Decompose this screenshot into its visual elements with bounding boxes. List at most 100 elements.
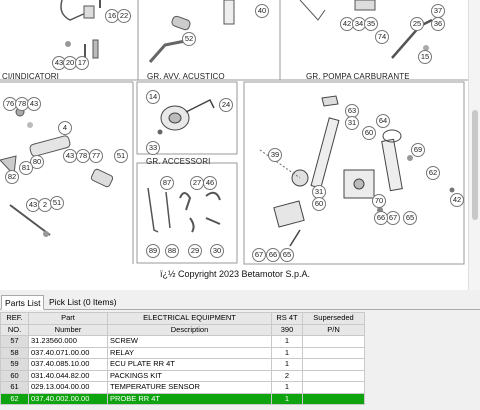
- callout[interactable]: 89: [146, 244, 160, 258]
- callout[interactable]: 52: [182, 32, 196, 46]
- callout[interactable]: 74: [375, 30, 389, 44]
- copyright-notice: ï¿½ Copyright 2023 Betamotor S.p.A.: [159, 269, 311, 279]
- quantity-cell: 2: [271, 369, 303, 382]
- column-header-description[interactable]: Description: [107, 323, 272, 336]
- ref-cell: 62: [0, 392, 29, 405]
- callout[interactable]: 40: [255, 4, 269, 18]
- callout[interactable]: 69: [411, 143, 425, 157]
- quantity-cell: 1: [271, 358, 303, 371]
- tab-strip: Parts List Pick List (0 Items): [0, 294, 480, 310]
- column-header-no[interactable]: NO.: [0, 323, 29, 336]
- callout[interactable]: 62: [426, 166, 440, 180]
- superseded-cell: [302, 335, 365, 348]
- callout[interactable]: 27: [190, 176, 204, 190]
- column-header-model-number[interactable]: 390: [271, 323, 303, 336]
- column-header-pn[interactable]: P/N: [302, 323, 365, 336]
- callout[interactable]: 87: [160, 176, 174, 190]
- tab-parts-list[interactable]: Parts List: [1, 295, 45, 310]
- superseded-cell: [302, 381, 365, 394]
- callout[interactable]: 78: [76, 149, 90, 163]
- part-number-cell: 029.13.004.00.00: [28, 381, 108, 394]
- callout[interactable]: 43: [63, 149, 77, 163]
- callout[interactable]: 51: [114, 149, 128, 163]
- callout[interactable]: 17: [75, 56, 89, 70]
- description-cell: PACKINGS KIT: [107, 369, 272, 382]
- quantity-cell: 1: [271, 335, 303, 348]
- description-cell: RELAY: [107, 346, 272, 359]
- table-row[interactable]: 60 031.40.044.82.00 PACKINGS KIT 2: [0, 369, 365, 382]
- callout[interactable]: 65: [280, 248, 294, 262]
- callout[interactable]: 31: [345, 116, 359, 130]
- column-header-ref[interactable]: REF.: [0, 312, 29, 325]
- superseded-cell: [302, 346, 365, 359]
- callout[interactable]: 67: [386, 211, 400, 225]
- table-header-row: NO. Number Description 390 P/N: [0, 323, 365, 336]
- callout[interactable]: 51: [50, 196, 64, 210]
- quantity-cell: 1: [271, 392, 303, 405]
- section-title-fuel-pump: GR. POMPA CARBURANTE: [306, 72, 410, 81]
- callout[interactable]: 65: [403, 211, 417, 225]
- callout[interactable]: 29: [188, 244, 202, 258]
- callout[interactable]: 82: [5, 170, 19, 184]
- section-title-indicatori: CI/INDICATORI: [2, 72, 60, 81]
- callout[interactable]: 36: [431, 17, 445, 31]
- callout[interactable]: 70: [372, 194, 386, 208]
- diagram-scrollbar[interactable]: [468, 0, 480, 290]
- parts-diagram[interactable]: CI/INDICATORI GR. AVV. ACUSTICO GR. POMP…: [0, 0, 480, 290]
- callout[interactable]: 66: [374, 211, 388, 225]
- callout[interactable]: 25: [410, 17, 424, 31]
- diagram-drawing: [0, 0, 468, 265]
- part-number-cell: 031.40.044.82.00: [28, 369, 108, 382]
- callout[interactable]: 60: [312, 197, 326, 211]
- callout[interactable]: 43: [27, 97, 41, 111]
- callout[interactable]: 42: [450, 193, 464, 207]
- callout[interactable]: 24: [219, 98, 233, 112]
- superseded-cell: [302, 369, 365, 382]
- description-cell: ECU PLATE RR 4T: [107, 358, 272, 371]
- callout[interactable]: 33: [146, 141, 160, 155]
- part-number-cell: 037.40.071.00.00: [28, 346, 108, 359]
- callout[interactable]: 60: [362, 126, 376, 140]
- table-row[interactable]: 61 029.13.004.00.00 TEMPERATURE SENSOR 1: [0, 381, 365, 394]
- callout[interactable]: 66: [266, 248, 280, 262]
- callout[interactable]: 22: [117, 9, 131, 23]
- column-header-model[interactable]: RS 4T: [271, 312, 303, 325]
- callout[interactable]: 67: [252, 248, 266, 262]
- callout[interactable]: 39: [268, 148, 282, 162]
- column-header-superseded[interactable]: Superseded: [302, 312, 365, 325]
- table-header-row: REF. Part ELECTRICAL EQUIPMENT RS 4T Sup…: [0, 312, 365, 325]
- ref-cell: 57: [0, 335, 29, 348]
- description-cell: PROBE RR 4T: [107, 392, 272, 405]
- scrollbar-thumb[interactable]: [472, 110, 478, 220]
- callout[interactable]: 35: [364, 17, 378, 31]
- quantity-cell: 1: [271, 346, 303, 359]
- description-cell: SCREW: [107, 335, 272, 348]
- part-number-cell: 31.23560.000: [28, 335, 108, 348]
- description-cell: TEMPERATURE SENSOR: [107, 381, 272, 394]
- callout[interactable]: 46: [203, 176, 217, 190]
- callout[interactable]: 88: [165, 244, 179, 258]
- callout[interactable]: 37: [431, 4, 445, 18]
- callout[interactable]: 64: [376, 114, 390, 128]
- callout[interactable]: 77: [89, 149, 103, 163]
- callout[interactable]: 4: [58, 121, 72, 135]
- column-header-part[interactable]: Part: [28, 312, 108, 325]
- callout[interactable]: 30: [210, 244, 224, 258]
- section-title-accessories: GR. ACCESSORI: [146, 157, 211, 166]
- callout[interactable]: 15: [418, 50, 432, 64]
- callout[interactable]: 14: [146, 90, 160, 104]
- column-header-group[interactable]: ELECTRICAL EQUIPMENT: [107, 312, 272, 325]
- superseded-cell: [302, 392, 365, 405]
- table-row-selected[interactable]: 62 037.40.002.00.00 PROBE RR 4T 1: [0, 392, 365, 405]
- table-row[interactable]: 58 037.40.071.00.00 RELAY 1: [0, 346, 365, 359]
- table-row[interactable]: 57 31.23560.000 SCREW 1: [0, 335, 365, 348]
- table-row[interactable]: 59 037.40.085.10.00 ECU PLATE RR 4T 1: [0, 358, 365, 371]
- ref-cell: 58: [0, 346, 29, 359]
- ref-cell: 60: [0, 369, 29, 382]
- ref-cell: 61: [0, 381, 29, 394]
- callout[interactable]: 81: [19, 161, 33, 175]
- superseded-cell: [302, 358, 365, 371]
- column-header-number[interactable]: Number: [28, 323, 108, 336]
- tab-pick-list[interactable]: Pick List (0 Items): [46, 295, 120, 310]
- quantity-cell: 1: [271, 381, 303, 394]
